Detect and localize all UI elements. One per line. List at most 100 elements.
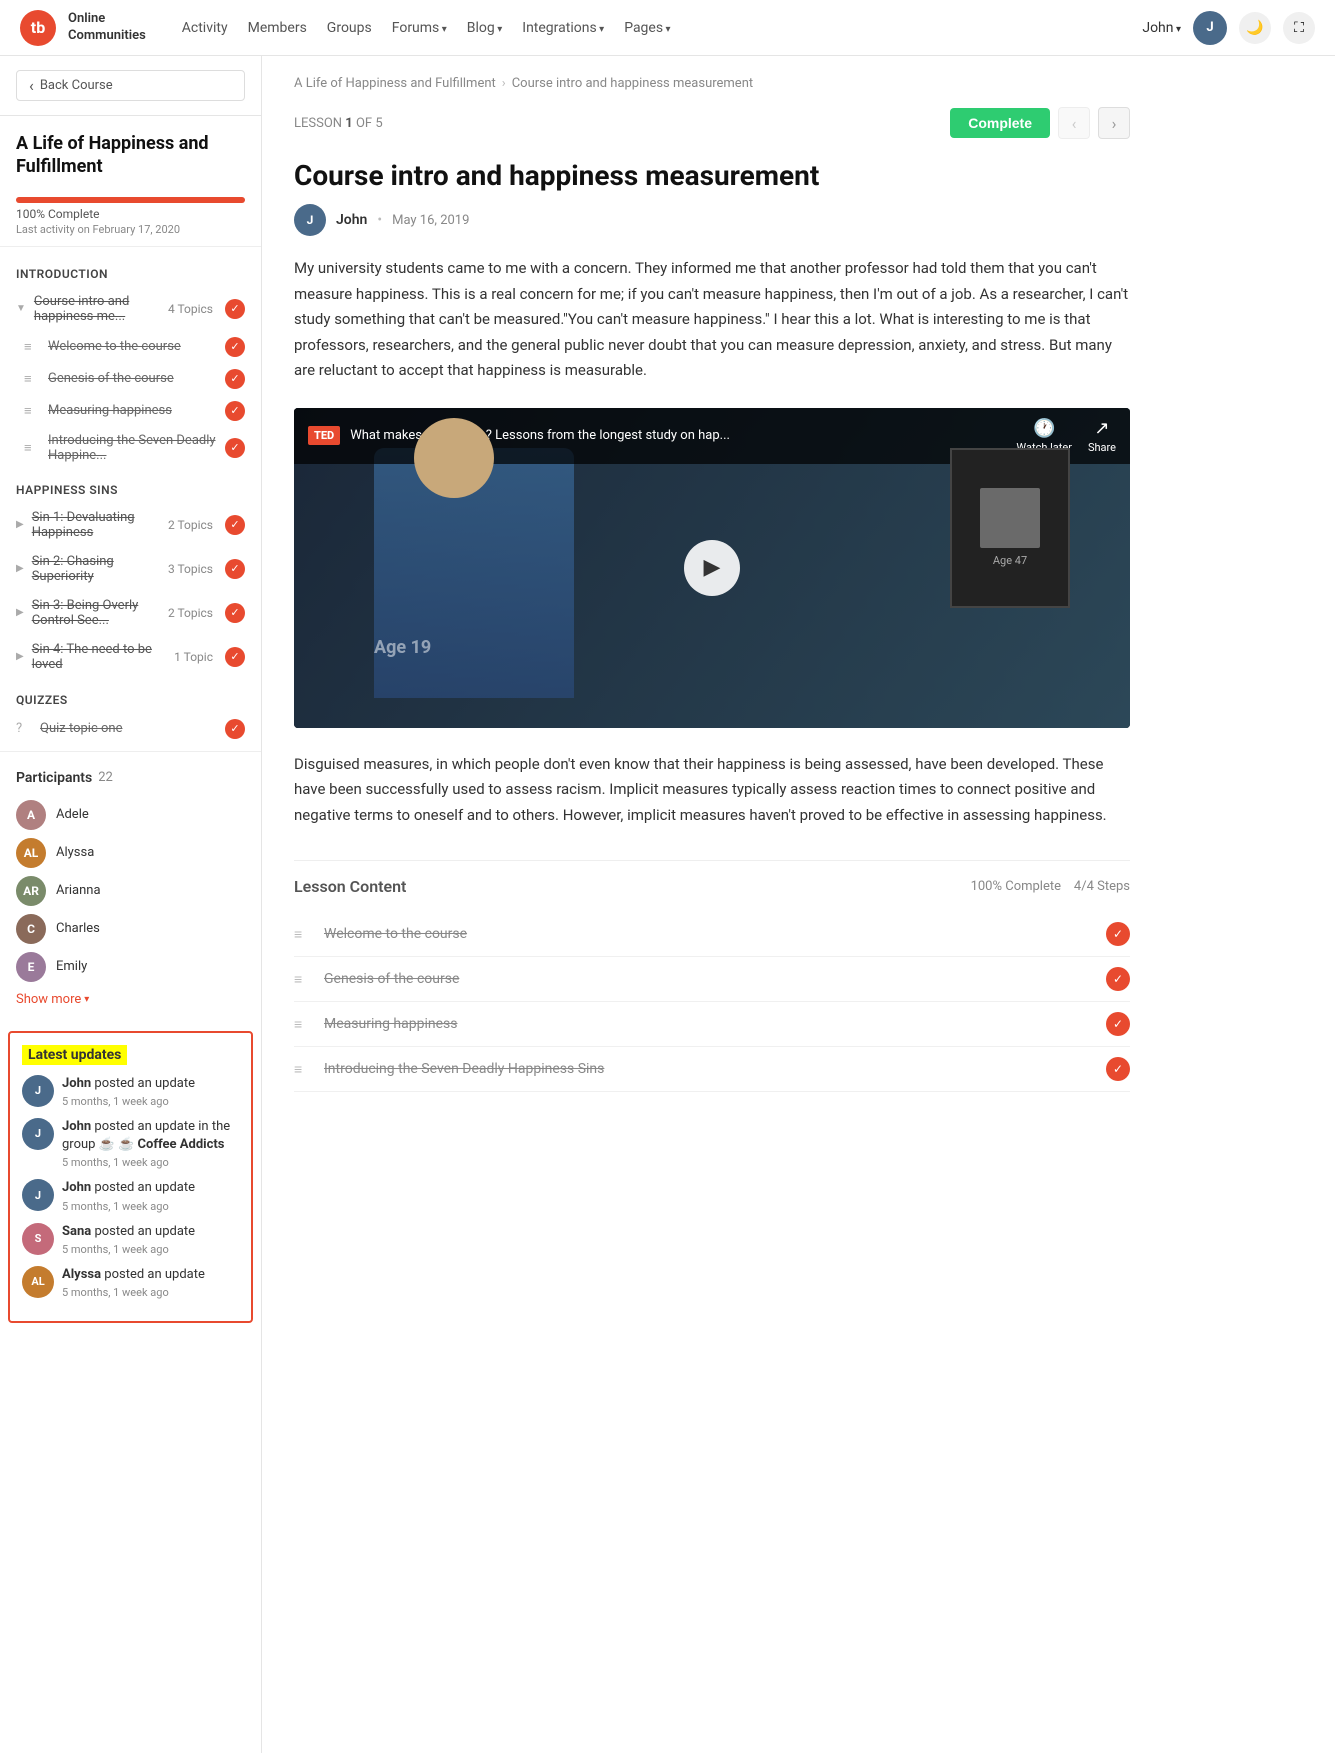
nav-groups[interactable]: Groups (327, 20, 372, 36)
update-row-sana[interactable]: S Sana posted an update 5 months, 1 week… (22, 1223, 239, 1256)
ted-badge: TED (308, 426, 340, 445)
sidebar-item-sin1-text: Sin 1: Devaluating Happiness (32, 510, 160, 540)
top-nav: tb OnlineCommunities Activity Members Gr… (0, 0, 1335, 56)
breadcrumb-lesson: Course intro and happiness measurement (512, 76, 753, 91)
update-time-sana: 5 months, 1 week ago (62, 1243, 239, 1256)
sidebar-item-course-intro-badge: 4 Topics (168, 302, 213, 316)
sidebar-item-sin2-text: Sin 2: Chasing Superiority (32, 554, 160, 584)
back-course-btn[interactable]: Back Course (16, 70, 245, 101)
participant-arianna[interactable]: AR Arianna (16, 872, 245, 910)
expand-btn[interactable]: ⛶ (1283, 12, 1315, 44)
logo-icon[interactable]: tb (20, 10, 56, 46)
menu-icon-2: ≡ (24, 371, 40, 387)
update-content-alyssa: Alyssa posted an update 5 months, 1 week… (62, 1266, 239, 1299)
update-row-john-2[interactable]: J John posted an update in the group ☕ ☕… (22, 1118, 239, 1169)
participant-alyssa[interactable]: AL Alyssa (16, 834, 245, 872)
page-layout: Back Course A Life of Happiness and Fulf… (0, 56, 1335, 1753)
sidebar-item-genesis[interactable]: ≡ Genesis of the course ✓ (8, 363, 261, 395)
step-icon-genesis: ≡ (294, 971, 312, 988)
sidebar-item-sin3-text: Sin 3: Being Overly Control See... (32, 598, 160, 628)
next-lesson-btn[interactable]: › (1098, 107, 1130, 139)
participant-avatar-alyssa: AL (16, 838, 46, 868)
sidebar-item-genesis-check: ✓ (225, 369, 245, 389)
complete-btn[interactable]: Complete (950, 108, 1050, 138)
share-btn[interactable]: ↗ Share (1088, 418, 1116, 454)
author-avatar: J (294, 204, 326, 236)
breadcrumb-course-link[interactable]: A Life of Happiness and Fulfillment (294, 76, 496, 91)
lesson-step-seven-sins[interactable]: ≡ Introducing the Seven Deadly Happiness… (294, 1047, 1130, 1092)
participant-name-arianna: Arianna (56, 883, 101, 898)
nav-right: John J 🌙 ⛶ (1142, 11, 1315, 45)
step-icon-measuring: ≡ (294, 1016, 312, 1033)
step-check-seven-sins: ✓ (1106, 1057, 1130, 1081)
section-sins-label: HAPPINESS SINS (0, 469, 261, 503)
participants-label: Participants 22 (16, 770, 245, 786)
lesson-step-measuring[interactable]: ≡ Measuring happiness ✓ (294, 1002, 1130, 1047)
dark-mode-btn[interactable]: 🌙 (1239, 12, 1271, 44)
update-row-alyssa[interactable]: AL Alyssa posted an update 5 months, 1 w… (22, 1266, 239, 1299)
step-text-genesis: Genesis of the course (324, 971, 1094, 987)
breadcrumb-sep: › (502, 76, 506, 91)
lesson-step-welcome[interactable]: ≡ Welcome to the course ✓ (294, 912, 1130, 957)
update-avatar-john-1: J (22, 1075, 54, 1107)
sidebar-item-sin4[interactable]: ▶ Sin 4: The need to be loved 1 Topic ✓ (0, 635, 261, 679)
update-row-john-3[interactable]: J John posted an update 5 months, 1 week… (22, 1179, 239, 1212)
author-date: May 16, 2019 (392, 213, 469, 228)
sidebar-item-quiz-check: ✓ (225, 719, 245, 739)
author-name: John (336, 212, 367, 228)
sidebar-item-sin1-badge: 2 Topics (168, 518, 213, 532)
sidebar-item-sin1[interactable]: ▶ Sin 1: Devaluating Happiness 2 Topics … (0, 503, 261, 547)
nav-user-name[interactable]: John (1142, 20, 1181, 36)
update-text-john-2: John posted an update in the group ☕ ☕ C… (62, 1118, 239, 1154)
participant-avatar-charles: C (16, 914, 46, 944)
nav-links: Activity Members Groups Forums Blog Inte… (182, 20, 671, 36)
nav-integrations[interactable]: Integrations (522, 20, 604, 36)
show-more-btn[interactable]: Show more (16, 992, 245, 1007)
clock-icon: 🕐 (1033, 418, 1055, 439)
sidebar-item-genesis-text: Genesis of the course (48, 371, 217, 386)
lesson-step-genesis[interactable]: ≡ Genesis of the course ✓ (294, 957, 1130, 1002)
nav-activity[interactable]: Activity (182, 20, 228, 36)
lesson-nav: Complete ‹ › (950, 107, 1130, 139)
update-text-john-3: John posted an update (62, 1179, 239, 1197)
sidebar-item-seven-deadly[interactable]: ≡ Introducing the Seven Deadly Happine..… (8, 427, 261, 469)
step-text-measuring: Measuring happiness (324, 1016, 1094, 1032)
participant-name-charles: Charles (56, 921, 100, 936)
step-icon-seven-sins: ≡ (294, 1061, 312, 1078)
update-row-john-1[interactable]: J John posted an update 5 months, 1 week… (22, 1075, 239, 1108)
video-play-btn[interactable]: ▶ (684, 540, 740, 596)
participant-avatar-arianna: AR (16, 876, 46, 906)
sidebar-item-quiz[interactable]: ? Quiz topic one ✓ (0, 713, 261, 745)
sidebar-item-welcome[interactable]: ≡ Welcome to the course ✓ (8, 331, 261, 363)
section-quizzes-label: Quizzes (0, 679, 261, 713)
triangle-sin4-icon: ▶ (16, 651, 24, 662)
participant-emily[interactable]: E Emily (16, 948, 245, 986)
triangle-sin1-icon: ▶ (16, 519, 24, 530)
sidebar-item-course-intro-parent[interactable]: ▼ Course intro and happiness me... 4 Top… (0, 287, 261, 331)
menu-icon-4: ≡ (24, 440, 40, 456)
progress-bar-bg (16, 197, 245, 203)
nav-pages[interactable]: Pages (624, 20, 670, 36)
article-body-p2: Disguised measures, in which people don'… (294, 752, 1130, 829)
nav-members[interactable]: Members (248, 20, 307, 36)
section-introduction-label: Introduction (0, 253, 261, 287)
sidebar-item-measuring[interactable]: ≡ Measuring happiness ✓ (8, 395, 261, 427)
nav-blog[interactable]: Blog (467, 20, 502, 36)
sidebar-item-course-intro-check: ✓ (225, 299, 245, 319)
sidebar-item-sin2[interactable]: ▶ Sin 2: Chasing Superiority 3 Topics ✓ (0, 547, 261, 591)
latest-updates-section: Latest updates J John posted an update 5… (8, 1031, 253, 1323)
nav-forums[interactable]: Forums (392, 20, 447, 36)
sidebar-children-intro: ≡ Welcome to the course ✓ ≡ Genesis of t… (0, 331, 261, 469)
nav-user-avatar[interactable]: J (1193, 11, 1227, 45)
step-check-measuring: ✓ (1106, 1012, 1130, 1036)
participant-charles[interactable]: C Charles (16, 910, 245, 948)
lesson-content-meta: 100% Complete 4/4 Steps (971, 879, 1130, 894)
sidebar-item-sin3[interactable]: ▶ Sin 3: Being Overly Control See... 2 T… (0, 591, 261, 635)
step-check-welcome: ✓ (1106, 922, 1130, 946)
lesson-label: LESSON 1 OF 5 (294, 116, 383, 131)
menu-icon-3: ≡ (24, 403, 40, 419)
prev-lesson-btn[interactable]: ‹ (1058, 107, 1090, 139)
update-avatar-john-3: J (22, 1179, 54, 1211)
participant-adele[interactable]: A Adele (16, 796, 245, 834)
update-time-john-1: 5 months, 1 week ago (62, 1095, 239, 1108)
